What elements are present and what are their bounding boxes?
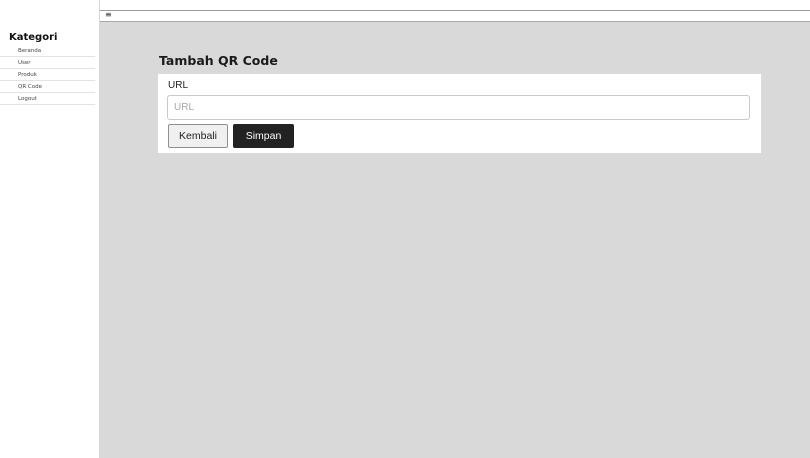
topbar: ≡ <box>100 10 810 22</box>
save-button[interactable]: Simpan <box>233 124 294 148</box>
sidebar: Kategori Beranda User Produk QR Code Log… <box>0 0 100 458</box>
sidebar-item-qr-code[interactable]: QR Code <box>0 82 95 93</box>
sidebar-item-user[interactable]: User <box>0 58 95 69</box>
back-button[interactable]: Kembali <box>168 124 228 148</box>
sidebar-item-produk[interactable]: Produk <box>0 70 95 81</box>
sidebar-item-beranda[interactable]: Beranda <box>0 46 95 57</box>
main-content: Tambah QR Code URL Kembali Simpan <box>100 22 810 458</box>
url-label: URL <box>168 80 189 91</box>
app-window: Kategori Beranda User Produk QR Code Log… <box>0 0 810 458</box>
hamburger-menu-icon[interactable]: ≡ <box>105 10 112 20</box>
sidebar-item-logout[interactable]: Logout <box>0 94 95 105</box>
sidebar-title: Kategori <box>9 32 58 43</box>
page-title: Tambah QR Code <box>159 53 278 68</box>
form-card: URL Kembali Simpan <box>158 74 761 153</box>
sidebar-menu: Beranda User Produk QR Code Logout <box>0 46 95 106</box>
topbar-divider <box>100 10 810 11</box>
url-input[interactable] <box>167 95 750 120</box>
